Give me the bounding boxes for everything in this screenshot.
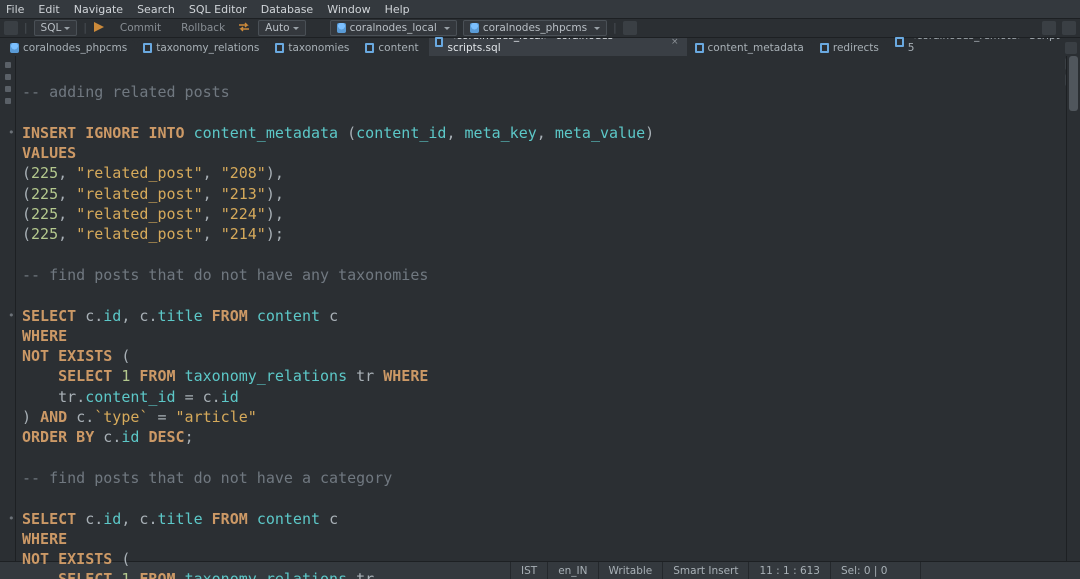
- code-line: tr.content_id = c.id: [18, 387, 1066, 407]
- code-line: WHERE: [18, 529, 1066, 549]
- editor-tab[interactable]: content: [359, 40, 426, 56]
- menu-navigate[interactable]: Navigate: [74, 3, 123, 16]
- code-line: NOT EXISTS (: [18, 549, 1066, 569]
- code-line: [18, 488, 1066, 508]
- code-area[interactable]: -- adding related posts •INSERT IGNORE I…: [16, 56, 1066, 561]
- code-line: (225, "related_post", "213"),: [18, 184, 1066, 204]
- sql-file-icon: [435, 37, 444, 47]
- sql-file-icon: [695, 43, 704, 53]
- execute-icon[interactable]: [93, 21, 107, 35]
- toolbar: | SQL | Commit Rollback Auto coralnodes_…: [0, 18, 1080, 38]
- database-icon: [470, 23, 479, 33]
- scrollbar-thumb[interactable]: [1069, 56, 1078, 111]
- code-line: -- adding related posts: [18, 82, 1066, 102]
- perspective-icon[interactable]: [1042, 21, 1056, 35]
- code-line: SELECT 1 FROM taxonomy_relations tr: [18, 569, 1066, 579]
- menubar: File Edit Navigate Search SQL Editor Dat…: [0, 0, 1080, 18]
- editor-tab[interactable]: content_metadata: [689, 40, 812, 56]
- sql-file-icon: [895, 37, 904, 47]
- toolbar-extra-icon[interactable]: [623, 21, 637, 35]
- toolbar-right-icons: [1042, 21, 1076, 35]
- editor-tab-label: content: [378, 42, 418, 54]
- editor-tab[interactable]: redirects: [814, 40, 887, 56]
- code-line: (225, "related_post", "214");: [18, 224, 1066, 244]
- code-line: [18, 448, 1066, 468]
- database-icon: [10, 43, 19, 53]
- code-line: (225, "related_post", "208"),: [18, 163, 1066, 183]
- tx-icon[interactable]: [238, 21, 252, 35]
- menu-window[interactable]: Window: [327, 3, 370, 16]
- code-line: [18, 62, 1066, 82]
- outline-icon[interactable]: [1065, 42, 1077, 54]
- code-line: ORDER BY c.id DESC;: [18, 427, 1066, 447]
- menu-file[interactable]: File: [6, 3, 24, 16]
- code-line: ) AND c.`type` = "article": [18, 407, 1066, 427]
- menu-search[interactable]: Search: [137, 3, 175, 16]
- editor-tab-label: taxonomies: [288, 42, 349, 54]
- menu-sql-editor[interactable]: SQL Editor: [189, 3, 247, 16]
- sql-file-icon: [143, 43, 152, 53]
- connection-selector-primary[interactable]: coralnodes_local: [330, 20, 457, 36]
- sql-file-icon: [365, 43, 374, 53]
- code-line: NOT EXISTS (: [18, 346, 1066, 366]
- code-line: •SELECT c.id, c.title FROM content c: [18, 509, 1066, 529]
- menu-help[interactable]: Help: [385, 3, 410, 16]
- new-file-icon[interactable]: [4, 21, 18, 35]
- menu-database[interactable]: Database: [261, 3, 314, 16]
- sql-file-icon: [820, 43, 829, 53]
- editor-tab-label: taxonomy_relations: [156, 42, 259, 54]
- code-line: SELECT 1 FROM taxonomy_relations tr WHER…: [18, 366, 1066, 386]
- commit-button[interactable]: Commit: [113, 20, 168, 36]
- editor-tab[interactable]: taxonomy_relations: [137, 40, 267, 56]
- rollback-button[interactable]: Rollback: [174, 20, 232, 36]
- editor-tab-label: redirects: [833, 42, 879, 54]
- code-line: [18, 103, 1066, 123]
- editor-tab[interactable]: coralnodes_phpcms: [4, 40, 135, 56]
- code-line: [18, 285, 1066, 305]
- code-line: •SELECT c.id, c.title FROM content c: [18, 306, 1066, 326]
- code-line: [18, 245, 1066, 265]
- code-line: (225, "related_post", "224"),: [18, 204, 1066, 224]
- connection-selector-secondary[interactable]: coralnodes_phpcms: [463, 20, 607, 36]
- maximize-icon[interactable]: [1062, 21, 1076, 35]
- sql-dialect-selector[interactable]: SQL: [34, 20, 78, 36]
- close-icon[interactable]: ×: [671, 37, 679, 47]
- editor: -- adding related posts •INSERT IGNORE I…: [0, 56, 1080, 561]
- database-icon: [337, 23, 346, 33]
- editor-tab-label: content_metadata: [708, 42, 804, 54]
- editor-tab[interactable]: taxonomies: [269, 40, 357, 56]
- code-line: WHERE: [18, 326, 1066, 346]
- connection-primary-label: coralnodes_local: [350, 22, 437, 34]
- vertical-scrollbar[interactable]: [1066, 56, 1080, 561]
- code-line: VALUES: [18, 143, 1066, 163]
- code-line: -- find posts that do not have a categor…: [18, 468, 1066, 488]
- code-line: -- find posts that do not have any taxon…: [18, 265, 1066, 285]
- editor-tabs: coralnodes_phpcms taxonomy_relations taxon…: [0, 38, 1080, 56]
- code-line: •INSERT IGNORE INTO content_metadata (co…: [18, 123, 1066, 143]
- menu-edit[interactable]: Edit: [38, 3, 59, 16]
- sql-file-icon: [275, 43, 284, 53]
- tx-mode-selector[interactable]: Auto: [258, 20, 305, 36]
- editor-tab-label: coralnodes_phpcms: [23, 42, 127, 54]
- connection-secondary-label: coralnodes_phpcms: [483, 22, 587, 34]
